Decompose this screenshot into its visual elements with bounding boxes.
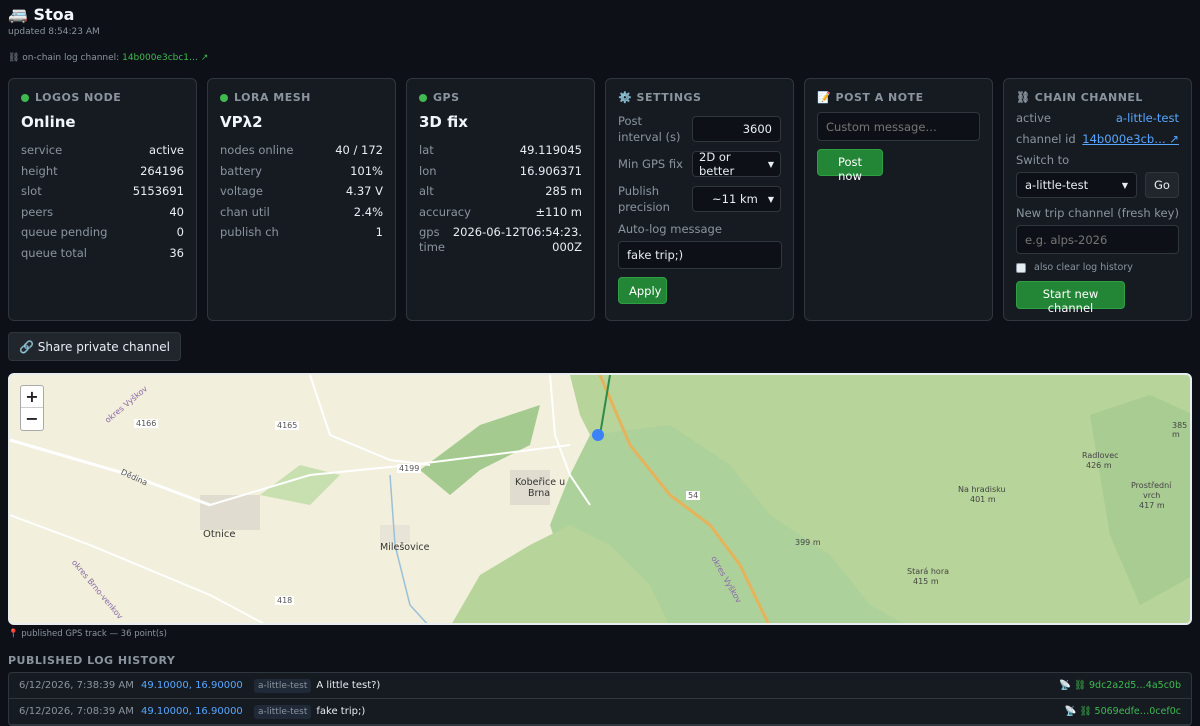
chain-log-link[interactable]: 14b000e3cbc1… ↗ [122, 53, 208, 63]
history-title: PUBLISHED LOG HISTORY [8, 654, 176, 667]
channel-tag: a-little-test [254, 678, 312, 693]
active-channel: a-little-test [1115, 111, 1179, 125]
card-title: 📝 POST A NOTE [817, 91, 924, 104]
town-label: Brna [528, 488, 551, 499]
zoom-out-button[interactable]: − [21, 408, 43, 430]
info-row: queue pending 0 [21, 225, 184, 239]
info-row: gps time 2026-06-12T06:54:23. 000Z [419, 225, 582, 254]
info-row: alt 285 m [419, 184, 582, 198]
road-label: 4166 [134, 419, 159, 428]
new-channel-label: New trip channel (fresh key) [1016, 206, 1179, 220]
chain-channel-card: ⛓ CHAIN CHANNEL active a-little-test chan… [1003, 78, 1192, 321]
tx-link[interactable]: 📡 ⛓ 5069edfe…0cef0c [1065, 706, 1191, 717]
town-label: Milešovice [380, 542, 430, 553]
zoom-in-button[interactable]: + [21, 386, 43, 408]
note-input[interactable] [817, 112, 980, 141]
min-fix-select[interactable]: 2D or better ▼ [692, 150, 781, 178]
info-row: voltage 4.37 V [220, 184, 383, 198]
info-row: lon 16.906371 [419, 163, 582, 178]
peak-label: vrch [1143, 491, 1161, 500]
post-note-card: 📝 POST A NOTE Post now [804, 78, 993, 321]
info-row: height 264196 [21, 163, 184, 178]
app-title: 🚐 Stoa [8, 5, 75, 24]
channel-tag: a-little-test [254, 704, 312, 719]
chain-log-line: ⛓ on-chain log channel: 14b000e3cbc1… ↗ [8, 53, 208, 63]
mesh-node-name: VPλ2 [220, 113, 263, 131]
card-title: LOGOS NODE [35, 91, 122, 104]
post-now-button[interactable]: Post now [817, 149, 883, 183]
track-caption: 📍 published GPS track — 36 point(s) [8, 629, 167, 639]
card-title: GPS [433, 91, 460, 104]
info-row: battery 101% [220, 163, 383, 178]
clear-history-label: also clear log history [1034, 262, 1133, 273]
peak-label: 385 m [1172, 421, 1188, 439]
info-row: lat 49.119045 [419, 143, 582, 157]
share-channel-button[interactable]: 🔗 Share private channel [8, 332, 181, 361]
info-row: chan util 2.4% [220, 204, 383, 219]
history-row: 6/12/2026, 7:38:39 AM 49.10000, 16.90000… [9, 673, 1191, 699]
autolog-label: Auto-log message [618, 222, 722, 236]
road-label: 418 [275, 596, 295, 605]
road-label: 4165 [275, 421, 300, 430]
history-list: 6/12/2026, 7:38:39 AM 49.10000, 16.90000… [8, 672, 1192, 726]
chevron-down-icon: ▼ [1121, 180, 1128, 190]
info-row: peers 40 [21, 204, 184, 219]
card-title: ⚙️ SETTINGS [618, 91, 702, 104]
status-dot [21, 93, 29, 102]
map-view[interactable]: 4166 4165 4199 54 418 Otnice Kobeřice u … [8, 373, 1192, 625]
road-label: 54 [686, 491, 701, 500]
road-label: 4199 [397, 464, 422, 473]
town-label: Kobeřice u [515, 477, 566, 488]
settings-card: ⚙️ SETTINGS Post interval (s) Min GPS fi… [605, 78, 794, 321]
card-title: ⛓ CHAIN CHANNEL [1016, 91, 1143, 104]
gps-fix-status: 3D fix [419, 113, 468, 131]
peak-label: 415 m [913, 577, 939, 586]
chevron-down-icon: ▼ [767, 194, 774, 204]
info-row: nodes online 40 / 172 [220, 143, 383, 157]
history-row: 6/12/2026, 7:08:39 AM 49.10000, 16.90000… [9, 699, 1191, 725]
min-fix-label: Min GPS fix [618, 157, 683, 171]
town-label: Otnice [203, 529, 236, 540]
switch-label: Switch to [1016, 153, 1070, 167]
go-button[interactable]: Go [1145, 172, 1179, 198]
chevron-down-icon: ▼ [767, 159, 774, 169]
channel-id-link[interactable]: 14b000e3cb… ↗ [1082, 129, 1179, 150]
peak-label: Prostřední [1131, 481, 1172, 490]
peak-label: 417 m [1139, 501, 1165, 510]
gps-card: GPS 3D fix lat 49.119045 lon 16.906371 alt… [406, 78, 595, 321]
autolog-input[interactable] [618, 241, 782, 269]
map-tiles [10, 375, 1190, 623]
info-row: publish ch 1 [220, 225, 383, 239]
tx-link[interactable]: 📡 ⛓ 9dc2a2d5…4a5c0b [1059, 680, 1191, 691]
status-dot [220, 93, 228, 102]
node-status: Online [21, 113, 76, 131]
chain-log-label: ⛓ on-chain log channel: [8, 53, 120, 63]
peak-label: Radlovec [1082, 451, 1119, 460]
logos-node-card: LOGOS NODE Online service active height 26… [8, 78, 197, 321]
start-channel-button[interactable]: Start new channel [1016, 281, 1125, 315]
apply-button[interactable]: Apply [618, 277, 667, 304]
peak-label: 426 m [1086, 461, 1112, 470]
channel-select[interactable]: a-little-test ▼ [1016, 172, 1137, 198]
card-title: LORA MESH [234, 91, 311, 104]
peak-label: Stará hora [907, 567, 950, 576]
app-header: 🚐 Stoa updated 8:54:23 AM [8, 5, 100, 37]
info-row: slot 5153691 [21, 184, 184, 198]
post-interval-input[interactable] [692, 116, 781, 142]
peak-label: Na hradisku [958, 485, 1006, 494]
updated-time: updated 8:54:23 AM [8, 27, 100, 37]
info-row: service active [21, 143, 184, 157]
zoom-control: + − [20, 385, 44, 431]
post-interval-label: Post interval (s) [618, 114, 681, 144]
lora-mesh-card: LORA MESH VPλ2 nodes online 40 / 172 batt… [207, 78, 396, 321]
info-row: queue total 36 [21, 245, 184, 260]
precision-select[interactable]: ~11 km ▼ [692, 186, 781, 212]
clear-history-checkbox[interactable] [1016, 262, 1026, 273]
peak-label: 399 m [795, 538, 821, 547]
info-row: accuracy ±110 m [419, 204, 582, 219]
new-channel-input[interactable] [1016, 225, 1179, 254]
status-dot [419, 93, 427, 102]
peak-label: 401 m [970, 495, 996, 504]
precision-label: Publish precision [618, 184, 670, 214]
